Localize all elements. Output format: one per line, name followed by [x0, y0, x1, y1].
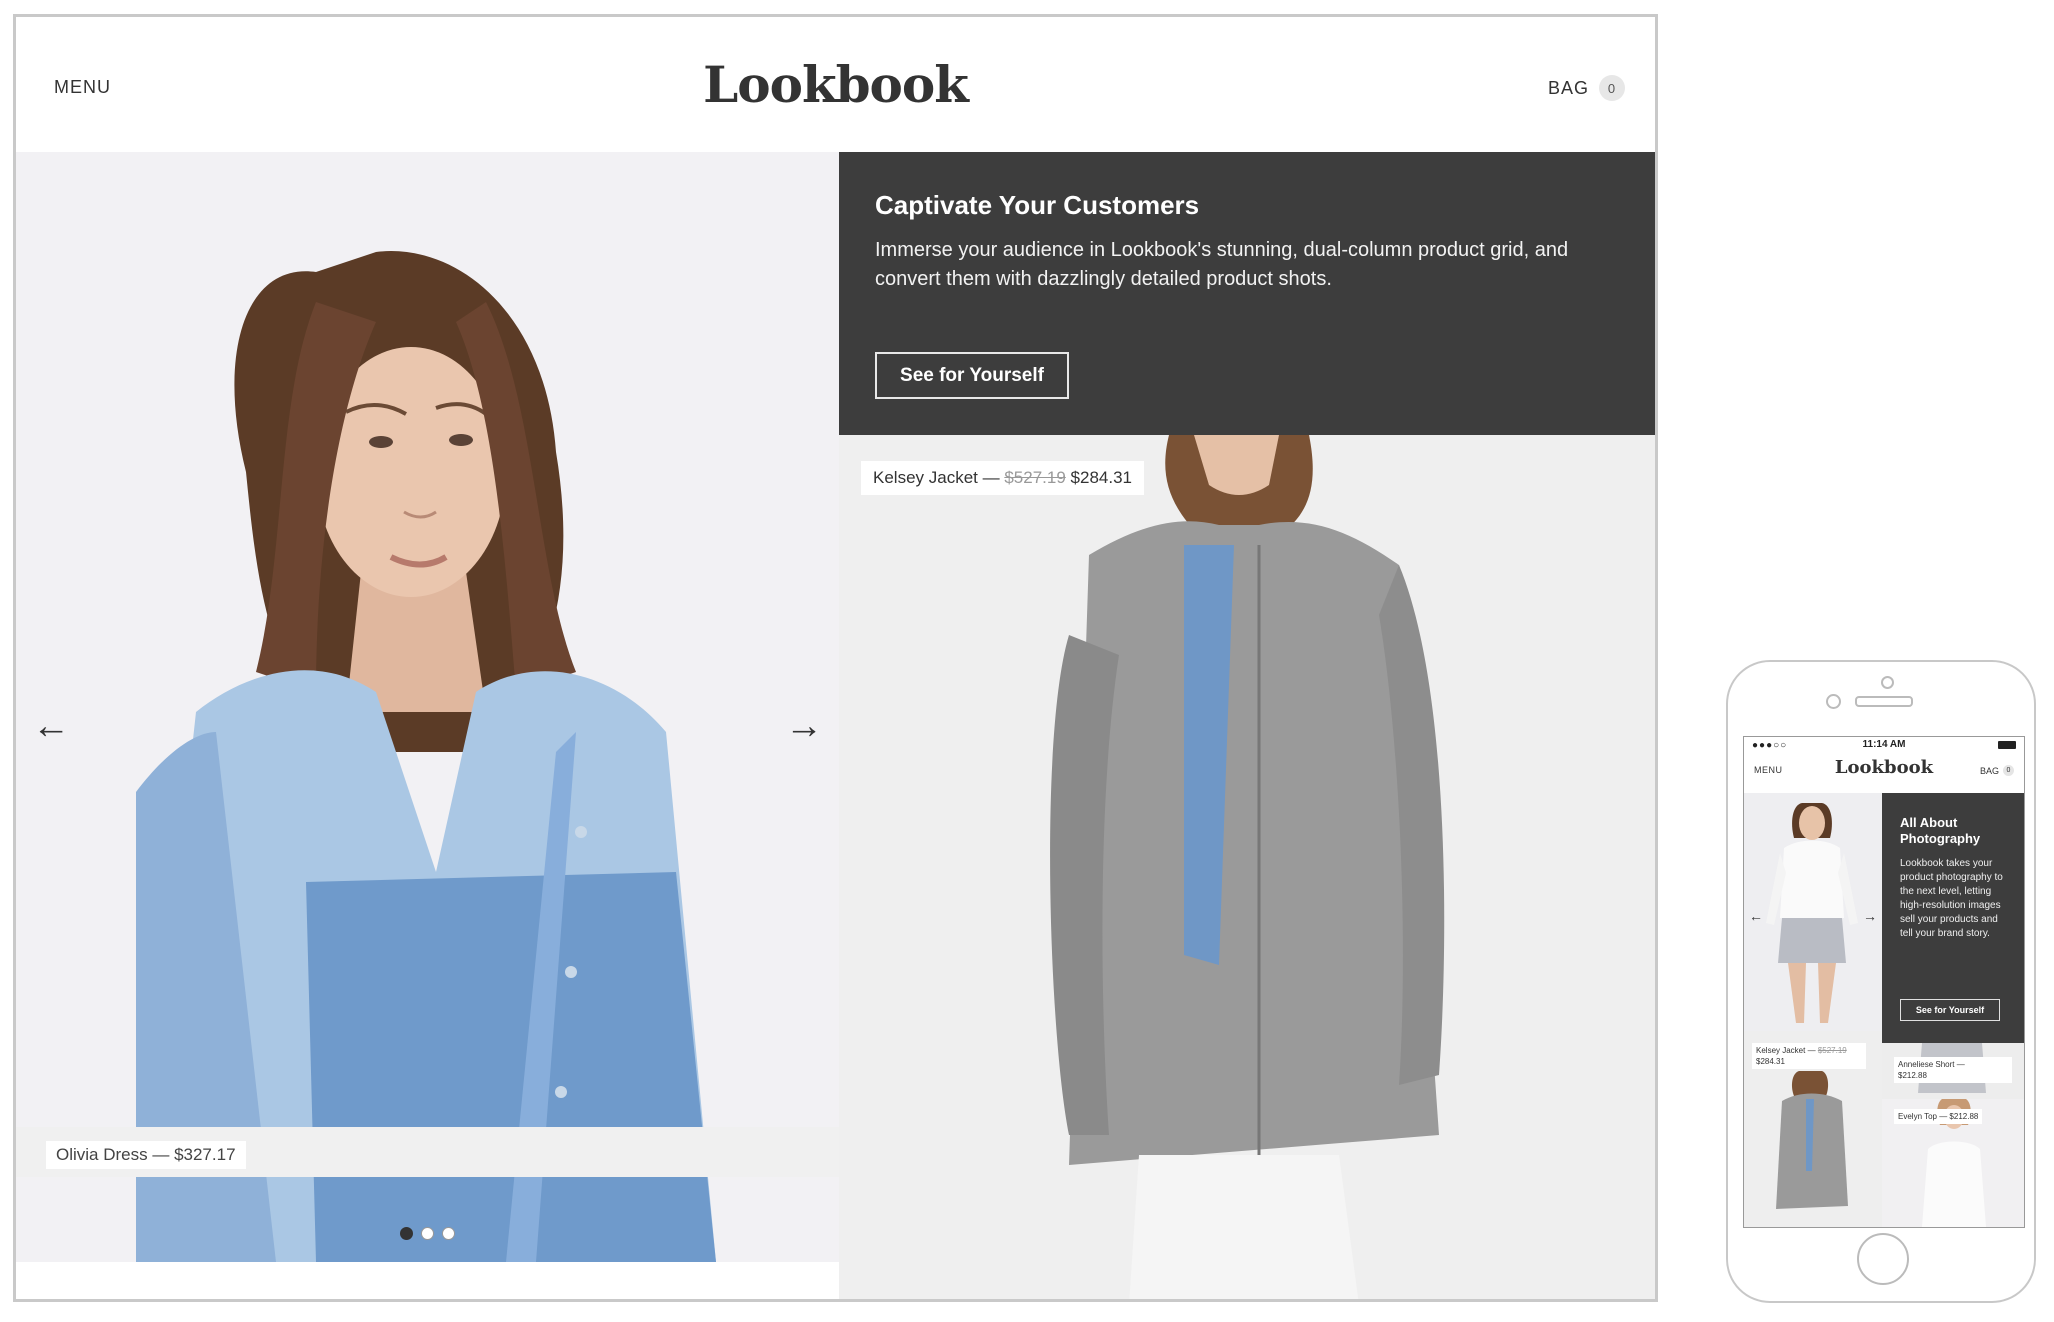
product-price-tag: Kelsey Jacket — $527.19 $284.31	[861, 461, 1144, 495]
phone-promo-text: Lookbook takes your product photography …	[1900, 858, 2003, 939]
phone-product-2-price: $212.88	[1898, 1071, 1927, 1080]
phone-product-1-price: $284.31	[1756, 1057, 1785, 1066]
desktop-preview: MENU Lookbook BAG 0 ← → Olivia Dress — $…	[13, 14, 1658, 1302]
site-header: MENU Lookbook BAG 0	[16, 17, 1655, 152]
phone-hero-next-arrow[interactable]: →	[1863, 908, 1877, 924]
hero-product-label[interactable]: Olivia Dress — $327.17	[46, 1141, 246, 1169]
product-old-price: $527.19	[1004, 468, 1066, 487]
phone-front-lens	[1826, 694, 1841, 709]
phone-promo-panel: All About Photography Lookbook takes you…	[1882, 793, 2024, 1043]
phone-product-card-kelsey-jacket[interactable]: Kelsey Jacket — $527.19 $284.31	[1744, 1031, 1882, 1227]
product-price: $284.31	[1070, 468, 1132, 487]
hero-slideshow: ← →	[16, 152, 839, 1262]
phone-bag-label: BAG	[1979, 765, 1999, 776]
product-name: Kelsey Jacket —	[873, 468, 1000, 487]
see-for-yourself-button[interactable]: See for Yourself	[875, 352, 1069, 399]
site-logo[interactable]: Lookbook	[16, 55, 1655, 114]
bag-label: BAG	[1547, 77, 1589, 98]
phone-hero-prev-arrow[interactable]: ←	[1749, 908, 1763, 924]
phone-preview: ●●●○○ 11:14 AM MENU Lookbook BAG 0 ← → A…	[1726, 660, 2036, 1303]
phone-product-1-name: Kelsey Jacket —	[1756, 1046, 1816, 1055]
slide-dots	[16, 1227, 839, 1240]
slide-dot-1[interactable]	[400, 1227, 413, 1240]
bag-button[interactable]: BAG 0	[1548, 75, 1625, 101]
hero-product-caption: Olivia Dress — $327.17	[16, 1127, 839, 1177]
bag-count-badge: 0	[1599, 75, 1625, 101]
promo-panel: Captivate Your Customers Immerse your au…	[839, 152, 1655, 435]
status-time: 11:14 AM	[1862, 739, 1906, 750]
model-grey-jacket-image	[839, 435, 1655, 1299]
phone-screen: ●●●○○ 11:14 AM MENU Lookbook BAG 0 ← → A…	[1743, 736, 2025, 1228]
phone-product-card-evelyn-top[interactable]: Evelyn Top — $212.88	[1882, 1099, 2024, 1227]
model-denim-shirt-image	[16, 152, 839, 1262]
phone-home-button	[1857, 1233, 1909, 1285]
slide-dot-2[interactable]	[421, 1227, 434, 1240]
phone-product-tag-3: Evelyn Top — $212.88	[1894, 1109, 1983, 1124]
phone-camera	[1881, 676, 1894, 689]
phone-see-for-yourself-button[interactable]: See for Yourself	[1900, 999, 2000, 1021]
phone-product-3-name: Evelyn Top — $212.88	[1898, 1112, 1979, 1121]
phone-product-tag-1: Kelsey Jacket — $527.19 $284.31	[1752, 1043, 1866, 1069]
slide-dot-3[interactable]	[442, 1227, 455, 1240]
phone-hero-slideshow: ← →	[1744, 793, 1882, 1031]
battery-icon	[1998, 741, 2016, 749]
phone-product-tag-2: Anneliese Short — $212.88	[1894, 1057, 2012, 1083]
product-card-kelsey-jacket[interactable]: Kelsey Jacket — $527.19 $284.31	[839, 435, 1655, 1299]
phone-product-card-anneliese-short[interactable]: Anneliese Short — $212.88	[1882, 1043, 2024, 1099]
phone-product-1-old-price: $527.19	[1817, 1046, 1847, 1055]
phone-bag-button[interactable]: BAG 0	[1980, 765, 2014, 776]
promo-text: Immerse your audience in Lookbook's stun…	[875, 239, 1569, 290]
hero-next-arrow[interactable]: →	[785, 707, 823, 745]
phone-product-2-name: Anneliese Short —	[1898, 1060, 1965, 1069]
model-white-blouse-image	[1744, 793, 1882, 1031]
phone-promo-title: All About Photography	[1900, 815, 1981, 846]
phone-speaker	[1855, 696, 1913, 707]
phone-bag-count: 0	[2003, 765, 2014, 776]
promo-title: Captivate Your Customers	[875, 190, 1200, 220]
hero-prev-arrow[interactable]: ←	[32, 707, 70, 745]
phone-status-bar: ●●●○○ 11:14 AM	[1744, 737, 2024, 753]
